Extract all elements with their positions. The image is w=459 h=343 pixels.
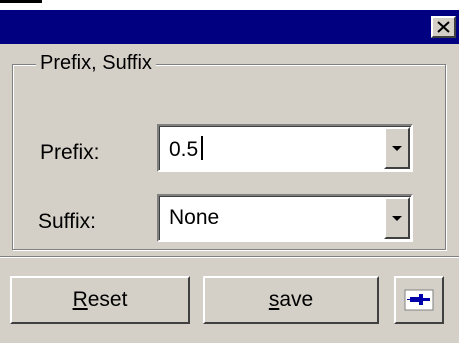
prefix-dropdown-button[interactable] <box>384 127 410 169</box>
reset-button[interactable]: Reset <box>10 276 190 324</box>
suffix-dropdown-button[interactable] <box>384 197 410 239</box>
group-title: Prefix, Suffix <box>36 50 156 76</box>
separator <box>0 256 459 258</box>
text-caret <box>201 136 204 160</box>
save-button[interactable]: s ave <box>203 276 379 324</box>
chevron-down-icon <box>392 146 402 151</box>
pushpin-icon <box>404 289 434 311</box>
save-mnemonic: s <box>268 288 280 311</box>
title-bar[interactable] <box>0 10 459 44</box>
suffix-value: None <box>169 206 220 229</box>
reset-mnemonic: R <box>72 288 88 311</box>
suffix-combobox[interactable]: None <box>157 194 413 242</box>
reset-label: eset <box>87 288 128 311</box>
prefix-value: 0.5 <box>169 138 199 161</box>
save-label: ave <box>279 288 314 311</box>
chevron-down-icon <box>392 216 402 221</box>
top-strip <box>0 0 459 10</box>
prefix-label: Prefix: <box>40 141 100 164</box>
pin-button[interactable] <box>394 276 444 324</box>
suffix-label: Suffix: <box>38 210 96 233</box>
close-icon <box>437 21 450 33</box>
top-strip-bar <box>0 0 42 3</box>
close-button[interactable] <box>431 16 456 38</box>
dialog-window: Prefix, Suffix Prefix: 0.5 Suffix: None … <box>0 0 459 343</box>
prefix-input[interactable]: 0.5 <box>169 136 204 162</box>
prefix-combobox[interactable]: 0.5 <box>157 124 413 172</box>
